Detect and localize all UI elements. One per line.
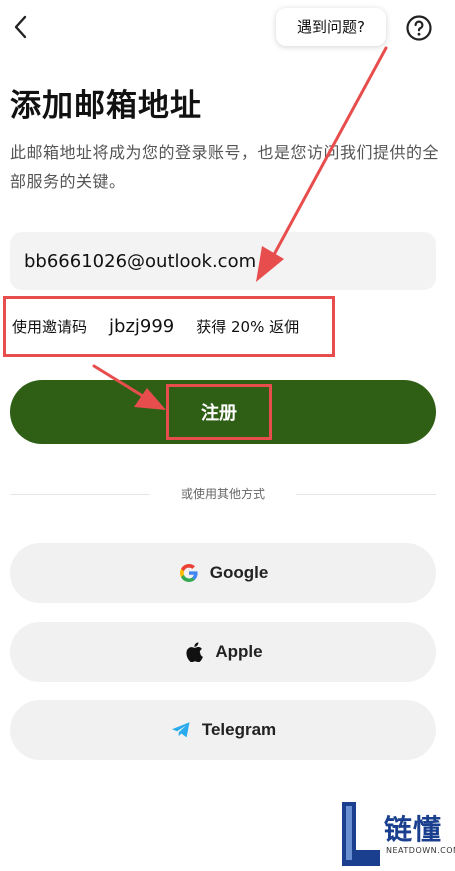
invite-code-label: 使用邀请码 [12,318,88,336]
watermark: 链懂 NEATDOWN.COM [340,800,455,868]
telegram-login-label: Telegram [201,720,277,739]
invite-code-value: jbzj999 [109,316,175,337]
apple-login-label: Apple [215,642,263,661]
email-field[interactable] [10,232,436,290]
google-login-button[interactable]: Google [10,543,436,603]
invite-reward-text: 获得 20% 返佣 [196,318,300,336]
invite-code-row[interactable]: 使用邀请码 jbzj999 获得 20% 返佣 [3,296,335,357]
google-icon [178,562,200,584]
watermark-brand: 链懂 [384,813,443,846]
divider-line-right [296,494,436,495]
google-login-label: Google [209,563,269,582]
telegram-login-button[interactable]: Telegram [10,700,436,760]
apple-login-button[interactable]: Apple [10,622,436,682]
question-circle-icon[interactable] [405,14,433,42]
page-subtitle: 此邮箱地址将成为您的登录账号，也是您访问我们提供的全部服务的关键。 [10,143,440,191]
telegram-icon [170,719,192,741]
watermark-logo-icon [342,802,380,866]
apple-icon [183,641,205,663]
back-chevron-icon[interactable] [10,14,32,40]
help-tooltip[interactable]: 遇到问题? [276,8,386,46]
watermark-domain: NEATDOWN.COM [386,846,455,855]
divider-text: 或使用其他方式 [180,487,265,501]
divider-line-left [10,494,150,495]
page-title: 添加邮箱地址 [10,88,202,124]
register-button[interactable] [10,380,436,444]
